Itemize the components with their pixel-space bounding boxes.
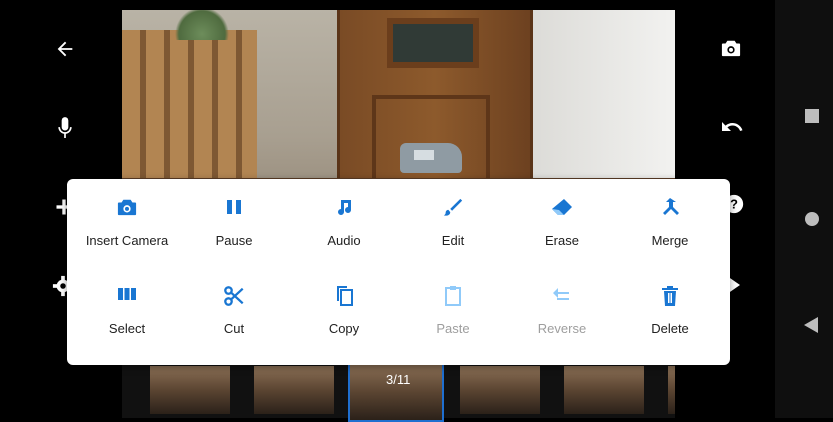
music-note-icon [289,197,399,223]
copy-icon [289,285,399,311]
preview-cabinet-window [387,18,479,68]
menu-item-label: Audio [327,233,361,248]
menu-item-label: Erase [545,233,579,248]
microphone-icon[interactable] [55,115,75,145]
menu-item-label: Edit [441,233,465,248]
frame-thumbnail[interactable] [460,366,540,414]
svg-text:?: ? [730,197,738,212]
camera-icon [72,197,182,223]
menu-item-label: Pause [215,233,253,248]
recents-square-icon[interactable] [805,109,819,123]
menu-item-audio[interactable]: Audio [289,187,399,257]
frame-actions-menu: Insert Camera Pause Audio Edit Erase Mer… [67,179,730,365]
menu-item-label: Merge [651,233,689,248]
frame-thumbnail[interactable] [564,366,644,414]
menu-item-label: Select [108,321,146,336]
menu-item-delete[interactable]: Delete [615,275,725,345]
menu-item-cut[interactable]: Cut [179,275,289,345]
frame-thumbnail-selected[interactable]: 3/11 [348,362,444,422]
menu-item-reverse: Reverse [507,275,617,345]
menu-item-edit[interactable]: Edit [398,187,508,257]
system-nav-bar [775,0,833,418]
preview-wall [512,10,675,190]
menu-item-merge[interactable]: Merge [615,187,725,257]
frame-thumbnail[interactable] [254,366,334,414]
menu-item-label: Insert Camera [85,233,169,248]
frame-counter: 3/11 [386,372,411,387]
preview-plant [172,10,232,40]
menu-item-insert-camera[interactable]: Insert Camera [72,187,182,257]
menu-item-label: Delete [651,321,689,336]
clipboard-icon [398,285,508,311]
menu-item-copy[interactable]: Copy [289,275,399,345]
menu-item-label: Cut [223,321,245,336]
frame-thumbnail[interactable] [668,366,675,414]
menu-item-paste: Paste [398,275,508,345]
eraser-icon [507,197,617,223]
reverse-icon [507,285,617,311]
menu-item-pause[interactable]: Pause [179,187,289,257]
menu-item-select[interactable]: Select [72,275,182,345]
home-circle-icon[interactable] [805,212,819,226]
preview-chair [122,30,257,200]
select-columns-icon [72,285,182,311]
trash-icon [615,285,725,311]
preview-toy-car-window [414,150,434,160]
back-triangle-icon[interactable] [803,316,819,339]
undo-icon[interactable] [720,118,744,143]
brush-icon [398,197,508,223]
back-arrow-icon[interactable] [54,38,76,64]
menu-item-label: Copy [328,321,360,336]
merge-icon [615,197,725,223]
scissors-icon [179,285,289,311]
menu-item-label: Paste [436,321,470,336]
menu-item-label: Reverse [537,321,587,336]
menu-item-erase[interactable]: Erase [507,187,617,257]
frame-thumbnail[interactable] [150,366,230,414]
pause-icon [179,197,289,223]
camera-icon[interactable] [720,38,742,63]
